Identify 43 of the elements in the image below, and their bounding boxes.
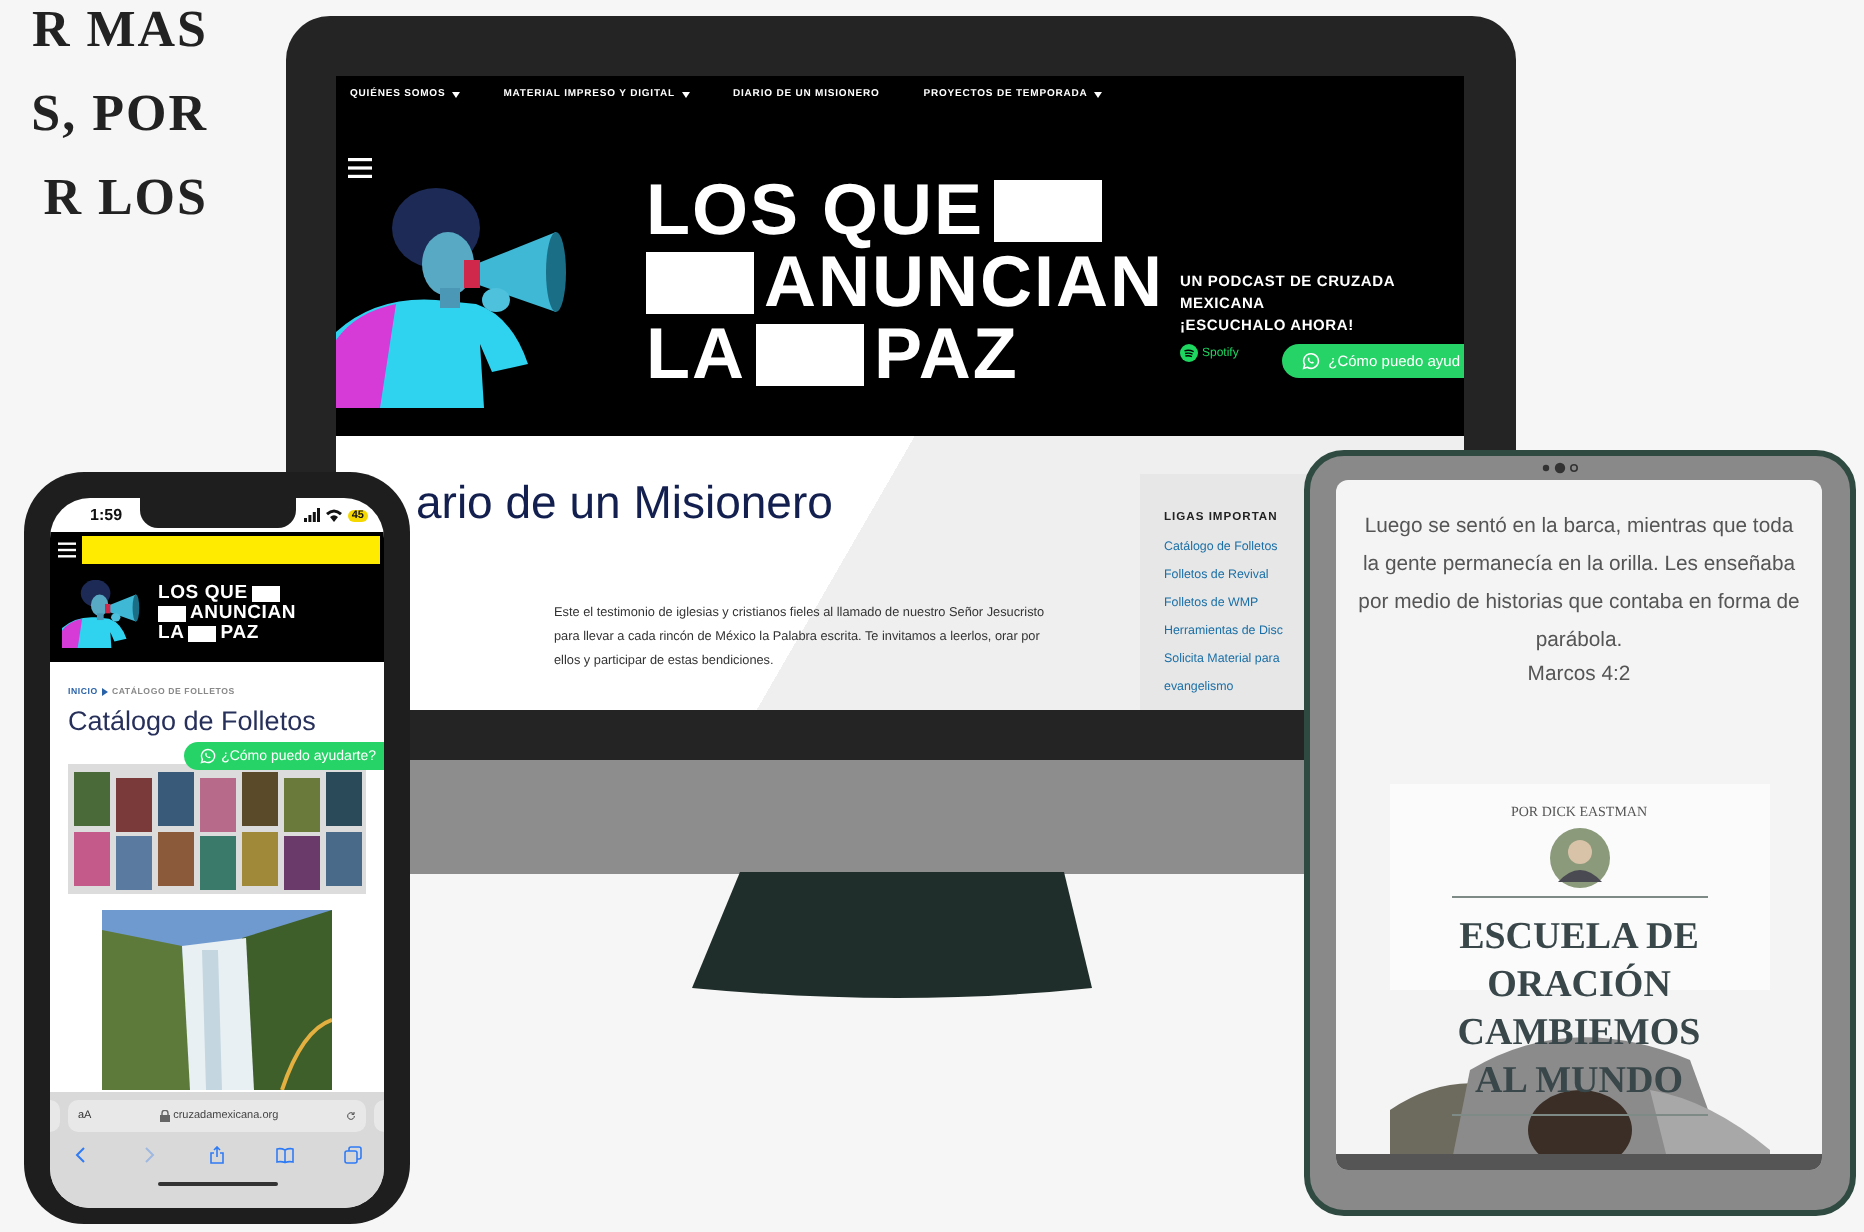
chat-icon — [1302, 352, 1321, 370]
highlight-block — [251, 586, 280, 602]
menu-icon[interactable] — [348, 158, 372, 178]
forward-icon[interactable] — [140, 1146, 158, 1164]
highlight-block — [158, 606, 186, 622]
book-title-line: CAMBIEMOS — [1457, 1010, 1701, 1058]
signal-icon — [303, 508, 320, 522]
status-time: 1:59 — [90, 506, 123, 524]
headline-word: LA — [646, 320, 746, 388]
page-title: ario de un Misionero — [416, 476, 835, 530]
wifi-icon — [325, 508, 342, 522]
caret-icon — [101, 687, 108, 695]
back-icon[interactable] — [72, 1146, 90, 1164]
highlight-block — [188, 626, 217, 642]
side-text-line: R LOS — [41, 166, 208, 230]
menu-icon[interactable] — [58, 541, 76, 557]
share-icon[interactable] — [208, 1146, 226, 1164]
home-indicator — [157, 1182, 277, 1186]
headline-word: LA — [158, 624, 185, 644]
headline-word: LOS QUE — [646, 176, 985, 244]
lock-icon — [159, 1110, 170, 1122]
bible-quote: Luego se sentó en la barca, mientras que toda la gente permanecía en la orilla. Les enseñaba por medio de historias que contaba en forma de parábola. — [1356, 514, 1802, 656]
verse-reference: Marcos 4:2 — [1527, 662, 1631, 690]
headline-word: PAZ — [220, 624, 259, 644]
page-title: Catálogo de Folletos — [68, 706, 318, 736]
highlight-block — [994, 179, 1103, 241]
spotify-icon — [1180, 344, 1198, 362]
book-icon[interactable] — [276, 1146, 294, 1164]
book-title-line: ESCUELA DE — [1459, 914, 1699, 962]
chat-icon — [199, 748, 216, 764]
headline-word: ANUNCIAN — [190, 604, 297, 624]
reload-icon[interactable] — [346, 1110, 356, 1122]
side-text-line: S, POR — [29, 82, 208, 146]
book-title-line: ORACIÓN — [1487, 962, 1671, 1010]
side-text-line: R MAS — [29, 0, 208, 62]
tabs-icon[interactable] — [344, 1146, 362, 1164]
highlight-block — [756, 323, 864, 385]
headline-word: LOS QUE — [158, 584, 248, 604]
book-title-line: AL MUNDO — [1475, 1058, 1683, 1106]
highlight-block — [646, 251, 754, 313]
headline-word: ANUNCIAN — [764, 248, 1164, 316]
headline-word: PAZ — [874, 320, 1019, 388]
avatar-icon — [1549, 828, 1609, 888]
